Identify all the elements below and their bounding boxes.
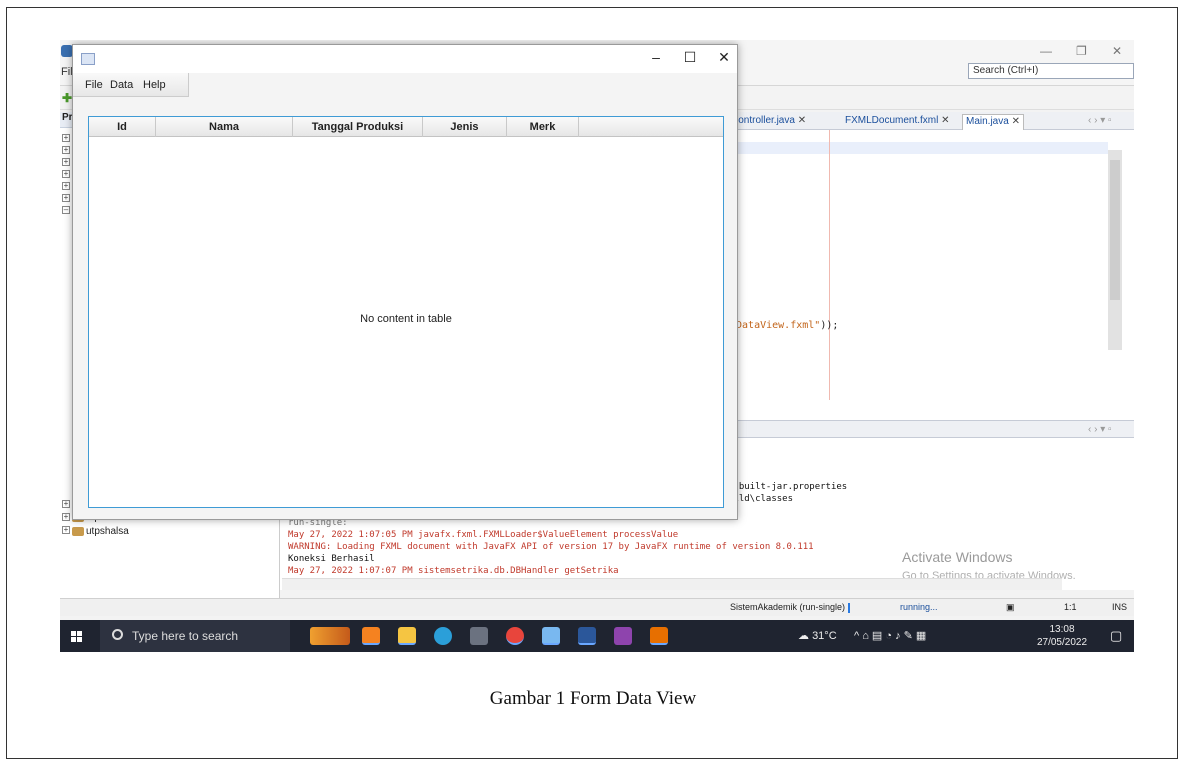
windows-start-icon[interactable] xyxy=(71,631,82,642)
status-position: 1:1 xyxy=(1064,602,1077,612)
ide-close-icon[interactable]: ✕ xyxy=(1112,44,1122,58)
column-jenis[interactable]: Jenis xyxy=(423,117,507,137)
tab-main-java[interactable]: Main.java ✕ xyxy=(962,114,1024,130)
menu-help[interactable]: Help xyxy=(143,79,166,91)
ide-status-bar: SistemAkademik (run-single) running... ▣… xyxy=(60,598,1134,616)
output-line: May 27, 2022 1:07:07 PM sistemsetrika.db… xyxy=(288,566,619,576)
close-button[interactable]: ✕ xyxy=(713,49,735,66)
word-icon[interactable] xyxy=(578,627,596,645)
windows-taskbar: Type here to search ☁ 31°C ^ ⌂ ▤ ◔ ♪ ✎ ▦… xyxy=(60,620,1134,652)
column-nama[interactable]: Nama xyxy=(156,117,293,137)
tree-expander-icon[interactable]: + xyxy=(62,170,70,178)
minimize-button[interactable]: – xyxy=(645,49,667,65)
javafx-window: – ☐ ✕ File Data Help Id Nama Tanggal Pro… xyxy=(72,44,738,520)
code-editor[interactable]: LDataView.fxml")); xyxy=(728,130,1134,420)
column-merk[interactable]: Merk xyxy=(507,117,579,137)
output-line: d\built-jar.properties xyxy=(728,482,848,492)
menu-file[interactable]: File xyxy=(85,79,103,91)
taskbar-thumbnail-icon[interactable] xyxy=(310,627,350,645)
close-icon[interactable]: ✕ xyxy=(798,115,806,126)
ide-minimize-icon[interactable]: — xyxy=(1040,44,1052,58)
status-icon[interactable]: ▣ xyxy=(1006,602,1015,613)
tab-nav-icon[interactable]: ‹ › ▾ ▫ xyxy=(1088,115,1112,126)
figure-caption: Gambar 1 Form Data View xyxy=(489,688,697,709)
output-line: May 27, 2022 1:07:05 PM javafx.fxml.FXML… xyxy=(288,530,679,540)
xampp-icon[interactable] xyxy=(362,627,380,645)
close-icon[interactable]: ✕ xyxy=(1012,116,1020,127)
weather-widget[interactable]: ☁ 31°C xyxy=(798,620,837,652)
status-mode: INS xyxy=(1112,602,1128,612)
notification-icon[interactable]: ▢ xyxy=(1110,620,1122,652)
tray-icons[interactable]: ^ ⌂ ▤ ◔ ♪ ✎ ▦ xyxy=(854,620,926,652)
table-header: Id Nama Tanggal Produksi Jenis Merk xyxy=(89,117,723,137)
java-icon[interactable] xyxy=(650,627,668,645)
close-icon[interactable]: ✕ xyxy=(941,115,949,126)
cube-app-icon[interactable] xyxy=(542,627,560,645)
tree-expander-icon[interactable]: + xyxy=(62,194,70,202)
progress-indicator xyxy=(848,603,850,613)
output-line: Koneksi Berhasil xyxy=(288,554,375,564)
column-id[interactable]: Id xyxy=(89,117,156,137)
output-header: ‹ › ▾ ▫ xyxy=(728,420,1134,438)
fx-menu-bar: File Data Help xyxy=(73,73,189,97)
taskbar-clock[interactable]: 13:08 27/05/2022 xyxy=(1032,623,1092,649)
tree-item[interactable]: utpshalsa xyxy=(72,526,129,537)
scrollbar-thumb[interactable] xyxy=(1110,160,1120,300)
cloud-icon: ☁ xyxy=(798,630,809,642)
search-icon xyxy=(112,629,123,640)
activation-watermark-title: Activate Windows xyxy=(902,549,1013,565)
terminal-icon[interactable] xyxy=(470,627,488,645)
menu-data[interactable]: Data xyxy=(110,79,133,91)
output-nav-icon[interactable]: ‹ › ▾ ▫ xyxy=(1088,424,1112,435)
ide-search-input[interactable]: Search (Ctrl+I) xyxy=(968,63,1134,79)
tree-expander-icon[interactable]: + xyxy=(62,526,70,534)
project-icon xyxy=(72,526,84,536)
right-margin-line xyxy=(829,130,830,400)
data-table[interactable]: Id Nama Tanggal Produksi Jenis Merk No c… xyxy=(88,116,724,508)
editor-tab-bar: Controller.java ✕ FXMLDocument.fxml ✕ Ma… xyxy=(728,112,1134,130)
output-hscroll[interactable] xyxy=(282,578,1062,590)
output-line: WARNING: Loading FXML document with Java… xyxy=(288,542,814,552)
status-state: running... xyxy=(900,602,938,612)
tree-expander-icon[interactable]: – xyxy=(62,206,70,214)
winrar-icon[interactable] xyxy=(614,627,632,645)
tree-expander-icon[interactable]: + xyxy=(62,134,70,142)
maximize-button[interactable]: ☐ xyxy=(679,49,701,66)
tree-expander-icon[interactable]: + xyxy=(62,513,70,521)
tree-expander-icon[interactable]: + xyxy=(62,182,70,190)
fx-title-bar[interactable]: – ☐ ✕ xyxy=(73,45,737,73)
code-line: LDataView.fxml")); xyxy=(730,320,839,331)
screenshot: File Search (Ctrl+I) — ❐ ✕ ✚ Pr + + + + … xyxy=(60,40,1134,652)
tree-expander-icon[interactable]: + xyxy=(62,158,70,166)
java-app-icon xyxy=(81,53,95,65)
tab-controller-java[interactable]: Controller.java ✕ xyxy=(728,114,809,130)
editor-scrollbar[interactable] xyxy=(1108,150,1122,350)
tree-expander-icon[interactable]: + xyxy=(62,146,70,154)
empty-table-message: No content in table xyxy=(360,313,452,325)
chrome-icon[interactable] xyxy=(506,627,524,645)
file-explorer-icon[interactable] xyxy=(398,627,416,645)
tree-expander-icon[interactable]: + xyxy=(62,500,70,508)
status-task[interactable]: SistemAkademik (run-single) xyxy=(730,602,845,612)
tab-fxmldocument[interactable]: FXMLDocument.fxml ✕ xyxy=(842,114,953,130)
current-line-highlight xyxy=(728,142,1108,154)
edge-icon[interactable] xyxy=(434,627,452,645)
column-tanggal-produksi[interactable]: Tanggal Produksi xyxy=(293,117,423,137)
ide-restore-icon[interactable]: ❐ xyxy=(1076,44,1087,58)
taskbar-search[interactable]: Type here to search xyxy=(100,620,290,652)
